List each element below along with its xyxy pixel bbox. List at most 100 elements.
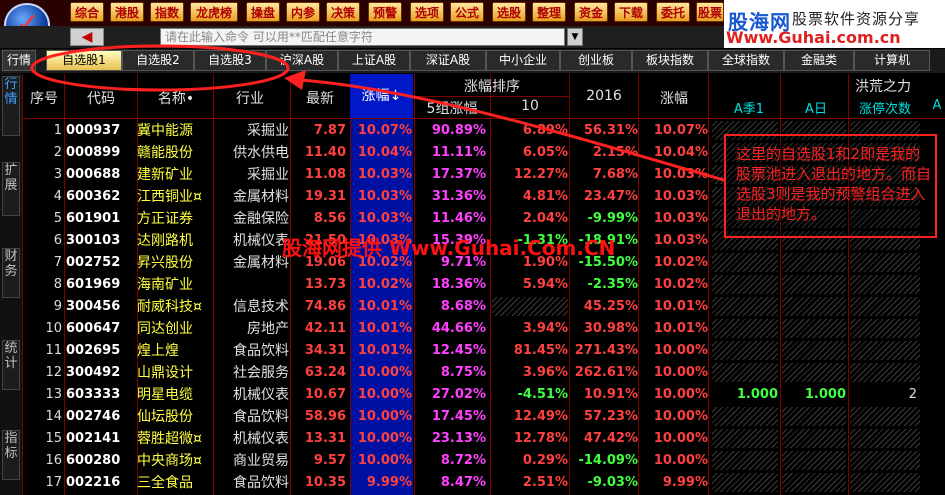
cell-price: 9.57: [313, 453, 346, 468]
cell-ind: 机械仪表: [233, 431, 289, 447]
header-change-2[interactable]: 涨幅: [640, 88, 708, 108]
table-row[interactable]: 15 002141 蓉胜超微¤ 机械仪表 13.31 10.00% 23.13% 12.78%…: [0, 428, 945, 450]
toolbar-button-1[interactable]: 港股: [110, 2, 144, 22]
cell-zt: [860, 451, 917, 471]
table-row[interactable]: 12 300492 山鼎设计 社会服务 63.24 10.00% 8.75% 3.96% 262…: [0, 362, 945, 384]
tab-bankuai[interactable]: 板块指数: [632, 50, 708, 71]
header-limit-count[interactable]: 涨停次数: [850, 98, 920, 117]
cell-no: 1: [53, 123, 62, 138]
tab-jisuanji[interactable]: 计算机: [854, 50, 930, 71]
cell-price: 13.31: [304, 431, 346, 446]
table-row[interactable]: 11 002695 煌上煌 食品饮料 34.31 10.01% 12.45% 81.45% 27…: [0, 340, 945, 362]
command-input[interactable]: 请在此输入命令 可以用**匹配任意字符: [160, 28, 565, 46]
cell-code: 600280: [66, 453, 121, 468]
annotation-note: 这里的自选股1和2即是我的股票池进入退出的地方。而自选股3则是我的预警组合进入退…: [724, 134, 937, 238]
header-no[interactable]: 序号: [26, 88, 62, 108]
cell-zf2: 10.01%: [653, 299, 708, 314]
toolbar-button-10[interactable]: 选股: [492, 2, 526, 22]
toolbar-button-9[interactable]: 公式: [450, 2, 484, 22]
annotation-arrowhead: [284, 70, 306, 90]
toolbar-button-6[interactable]: 决策: [326, 2, 360, 22]
toolbar-button-5[interactable]: 内参: [286, 2, 320, 22]
group-header-divider: [414, 96, 569, 97]
cell-g5: 23.13%: [431, 431, 486, 446]
toolbar-button-4[interactable]: 操盘: [246, 2, 280, 22]
header-a-day[interactable]: A日: [786, 98, 846, 117]
tab-hangqing[interactable]: 行情: [2, 50, 36, 71]
chevron-down-icon[interactable]: ▼: [567, 28, 583, 46]
header-code[interactable]: 代码: [66, 88, 136, 108]
cell-name: 建新矿业: [137, 167, 193, 183]
toolbar-button-2[interactable]: 指数: [150, 2, 184, 22]
cell-code: 002216: [66, 475, 121, 490]
cell-y2016: 23.47%: [583, 189, 638, 204]
cell-zf2: 9.99%: [662, 475, 708, 490]
table-row[interactable]: 13 603333 明星电缆 机械仪表 10.67 10.00% 27.02% -4.51% 1…: [0, 384, 945, 406]
cell-zf: 10.00%: [357, 453, 412, 468]
cell-ad: [786, 473, 846, 493]
tab-zhongxiao[interactable]: 中小企业: [486, 50, 560, 71]
toolbar-button-13[interactable]: 下载: [614, 2, 648, 22]
cell-zf2: 10.00%: [653, 409, 708, 424]
header-name[interactable]: 名称•: [140, 88, 212, 108]
tab-zixuan-1[interactable]: 自选股1: [46, 50, 122, 71]
cell-price: 10.35: [304, 475, 346, 490]
tab-jinrong[interactable]: 金融类: [784, 50, 854, 71]
toolbar-button-3[interactable]: 龙虎榜: [190, 2, 238, 22]
table-row[interactable]: 14 002746 仙坛股份 食品饮料 58.96 10.00% 17.45% 12.49% 5…: [0, 406, 945, 428]
back-button[interactable]: ◀: [70, 28, 104, 46]
table-row[interactable]: 16 600280 中央商场¤ 商业贸易 9.57 10.00% 8.72% 0.29% -14…: [0, 450, 945, 472]
cell-ad: [786, 429, 846, 449]
cell-ad: [786, 363, 846, 383]
tab-shenzhen-a[interactable]: 深证A股: [410, 50, 486, 71]
table-row[interactable]: 17 002216 三全食品 食品饮料 10.35 9.99% 8.47% 2.51% -9.0…: [0, 472, 945, 494]
tab-chuangye[interactable]: 创业板: [560, 50, 632, 71]
cell-zt: [860, 407, 917, 427]
cell-a1: [720, 275, 778, 295]
toolbar-button-11[interactable]: 整理: [532, 2, 566, 22]
cell-name: 昇兴股份: [137, 255, 193, 271]
cell-a1: [720, 253, 778, 273]
toolbar-button-8[interactable]: 选项: [410, 2, 444, 22]
cell-name: 冀中能源: [137, 123, 193, 139]
tab-quanqiu[interactable]: 全球指数: [708, 50, 784, 71]
header-latest[interactable]: 最新: [292, 88, 348, 108]
cell-g5: 17.45%: [431, 409, 486, 424]
toolbar-button-14[interactable]: 委托: [656, 2, 690, 22]
cell-zf2: 10.01%: [653, 321, 708, 336]
cell-no: 10: [45, 321, 62, 336]
table-row[interactable]: 10 600647 同达创业 房地产 42.11 10.01% 44.66% 3.94% 30.…: [0, 318, 945, 340]
tab-zixuan-3[interactable]: 自选股3: [194, 50, 266, 71]
toolbar-button-12[interactable]: 资金: [574, 2, 608, 22]
header-a-more[interactable]: A: [930, 98, 944, 113]
toolbar-button-15[interactable]: 股票: [696, 2, 724, 22]
cell-price: 7.87: [313, 123, 346, 138]
table-row[interactable]: 8 601969 海南矿业 13.73 10.02% 18.36% 5.94% -2.35% 1…: [0, 274, 945, 296]
header-10[interactable]: 10: [492, 98, 568, 114]
header-2016[interactable]: 2016: [570, 88, 638, 104]
header-industry[interactable]: 行业: [214, 88, 286, 108]
tab-shanghai-a[interactable]: 上证A股: [338, 50, 410, 71]
cell-name: 赣能股份: [137, 145, 193, 161]
cell-y2016: -14.09%: [578, 453, 638, 468]
tab-zixuan-2[interactable]: 自选股2: [122, 50, 194, 71]
cell-ind: 金融保险: [233, 211, 289, 227]
cell-zf: 10.03%: [357, 211, 412, 226]
cell-zf2: 10.03%: [653, 233, 708, 248]
cell-d10: 12.27%: [513, 167, 568, 182]
toolbar-button-7[interactable]: 预警: [368, 2, 402, 22]
cell-g5: 31.36%: [431, 189, 486, 204]
table-row[interactable]: 9 300456 耐威科技¤ 信息技术 74.86 10.01% 8.68% 45.25% 10…: [0, 296, 945, 318]
cell-code: 601969: [66, 277, 121, 292]
header-change-sorted[interactable]: 涨幅↓: [350, 74, 413, 118]
cell-a1: [720, 473, 778, 493]
tab-hushen-a[interactable]: 沪深A股: [266, 50, 338, 71]
cell-zf2: 10.03%: [653, 211, 708, 226]
cell-d10: 81.45%: [513, 343, 568, 358]
toolbar-button-0[interactable]: 综合: [70, 2, 104, 22]
cell-price: 42.11: [304, 321, 346, 336]
cell-zf: 10.00%: [357, 431, 412, 446]
header-group5-change[interactable]: 5组涨幅: [416, 98, 488, 118]
cell-no: 12: [45, 365, 62, 380]
header-a-quarter[interactable]: A季1: [720, 98, 778, 117]
